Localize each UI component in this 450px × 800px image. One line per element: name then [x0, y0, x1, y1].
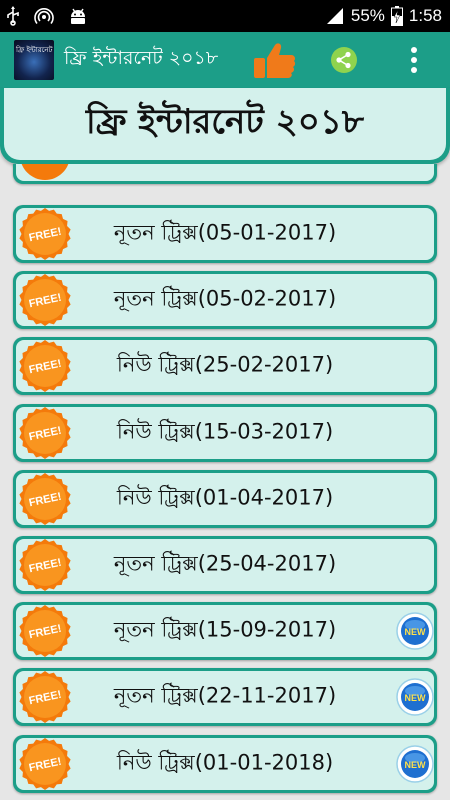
list-item-partial[interactable] — [13, 164, 437, 184]
free-badge-icon: FREE! — [19, 671, 71, 724]
share-button[interactable] — [330, 46, 358, 74]
new-badge-icon: NEW — [396, 678, 434, 717]
share-icon — [331, 47, 357, 73]
free-badge-icon: FREE! — [19, 605, 71, 658]
free-badge-icon: FREE! — [19, 208, 71, 260]
battery-percent: 55% — [350, 6, 385, 25]
hotspot-icon — [34, 6, 54, 26]
list-item-label: নূতন ট্রিক্স(25-04-2017) — [113, 551, 337, 576]
app-bar: ফ্রি ইন্টারনেট ২০১৮ ফ্রি ইন্টারনেট ২০১৮ — [0, 32, 450, 88]
free-badge-icon: FREE! — [19, 406, 71, 459]
list-item-face: নূতন ট্রিক্স(05-02-2017) — [16, 274, 434, 327]
list-item-face: নিউ ট্রিক্স(01-01-2018) — [16, 737, 434, 790]
free-badge-icon: FREE! — [19, 274, 71, 327]
banner-title: ফ্রি ইন্টারনেট ২০১৮ — [86, 101, 364, 142]
list-item[interactable]: নূতন ট্রিক্স(25-04-2017) FREE! — [13, 536, 437, 594]
list-item-label: নূতন ট্রিক্স(05-01-2017) — [113, 220, 337, 245]
app-title: ফ্রি ইন্টারনেট ২০১৮ — [64, 47, 219, 69]
list-item[interactable]: নিউ ট্রিক্স(01-04-2017) FREE! — [13, 469, 437, 528]
free-badge-icon: FREE! — [19, 737, 71, 790]
list-item-label: নিউ ট্রিক্স(25-02-2017) — [116, 352, 334, 377]
list-item-face: নিউ ট্রিক্স(25-02-2017) — [16, 340, 434, 393]
header-banner-face: ফ্রি ইন্টারনেট ২০১৮ — [4, 88, 446, 160]
more-vert-icon — [411, 47, 417, 73]
new-badge-text: NEW — [405, 627, 427, 637]
list-item-label: নিউ ট্রিক্স(15-03-2017) — [116, 419, 334, 444]
thumbs-up-icon — [254, 43, 296, 78]
app-logo-text: ফ্রি ইন্টারনেট ২০১৮ — [16, 46, 54, 54]
signal-icon — [325, 7, 345, 25]
new-badge-text: NEW — [405, 693, 427, 703]
list-item-label: নূতন ট্রিক্স(05-02-2017) — [113, 286, 337, 311]
list-item-label: নিউ ট্রিক্স(01-04-2017) — [116, 485, 334, 510]
list-item[interactable]: নিউ ট্রিক্স(25-02-2017) FREE! — [13, 337, 437, 396]
android-icon — [68, 6, 88, 26]
new-badge-icon: NEW — [396, 612, 434, 650]
like-button[interactable] — [252, 40, 296, 80]
clock: 1:58 — [408, 6, 442, 25]
list-item-face: নূতন ট্রিক্স(05-01-2017) — [16, 208, 434, 260]
list-item-face: নিউ ট্রিক্স(01-04-2017) — [16, 472, 434, 525]
free-badge-icon: FREE! — [19, 472, 71, 525]
list-item[interactable]: নিউ ট্রিক্স(01-01-2018) FREE! NEW — [13, 734, 437, 793]
new-badge-text: NEW — [405, 760, 427, 770]
list-item-label: নিউ ট্রিক্স(01-01-2018) — [116, 750, 334, 775]
overflow-menu-button[interactable] — [404, 44, 424, 76]
new-badge-icon: NEW — [396, 744, 434, 783]
list-item-label: নূতন ট্রিক্স(15-09-2017) — [113, 617, 337, 642]
list-item-face: নূতন ট্রিক্স(22-11-2017) — [16, 671, 434, 724]
list-item[interactable]: নূতন ট্রিক্স(15-09-2017) FREE! NEW — [13, 602, 437, 661]
header-banner: ফ্রি ইন্টারনেট ২০১৮ — [0, 88, 450, 164]
free-badge-icon: FREE! — [19, 539, 71, 591]
list-item-face: নূতন ট্রিক্স(15-09-2017) — [16, 605, 434, 658]
list-item-face: নূতন ট্রিক্স(25-04-2017) — [16, 539, 434, 591]
usb-icon — [6, 6, 20, 26]
list-item[interactable]: নূতন ট্রিক্স(05-01-2017) FREE! — [13, 205, 437, 263]
app-logo: ফ্রি ইন্টারনেট ২০১৮ — [14, 40, 54, 80]
status-bar: 55% 1:58 — [0, 0, 450, 32]
tricks-list[interactable]: নূতন ট্রিক্স(05-01-2017) FREE! নূতন ট্রিক্… — [0, 164, 450, 800]
list-item-label: নূতন ট্রিক্স(22-11-2017) — [113, 683, 337, 708]
list-item-face: নিউ ট্রিক্স(15-03-2017) — [16, 406, 434, 459]
list-item[interactable]: নূতন ট্রিক্স(22-11-2017) FREE! NEW — [13, 668, 437, 727]
list-item-face — [16, 164, 434, 181]
list-item[interactable]: নূতন ট্রিক্স(05-02-2017) FREE! — [13, 271, 437, 330]
battery-charging-icon — [390, 6, 403, 26]
list-item[interactable]: নিউ ট্রিক্স(15-03-2017) FREE! — [13, 403, 437, 462]
free-badge-icon: FREE! — [19, 340, 71, 393]
free-badge-icon — [21, 164, 69, 180]
